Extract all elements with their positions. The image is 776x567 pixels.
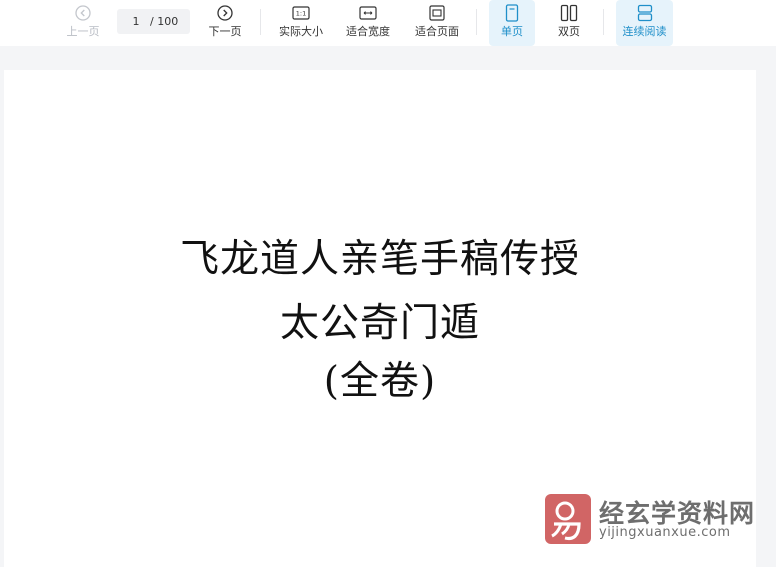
toolbar-divider <box>476 9 477 35</box>
actual-size-label: 实际大小 <box>279 25 323 38</box>
fit-page-button[interactable]: 适合页面 <box>412 0 462 46</box>
fit-width-label: 适合宽度 <box>346 25 390 38</box>
single-page-button[interactable]: 单页 <box>489 0 535 46</box>
prev-page-label: 上一页 <box>66 25 100 38</box>
fit-page-label: 适合页面 <box>415 25 459 38</box>
chevron-left-circle-icon <box>74 4 92 22</box>
continuous-icon <box>636 4 654 22</box>
continuous-reading-button[interactable]: 连续阅读 <box>616 0 673 46</box>
document-title-line-3: (全卷) <box>323 359 437 404</box>
continuous-label: 连续阅读 <box>622 25 667 38</box>
double-page-label: 双页 <box>558 25 580 38</box>
document-title-line-2: 太公奇门遁 <box>279 301 480 346</box>
actual-size-icon: 1:1 <box>292 4 310 22</box>
document-page: 飞龙道人亲笔手稿传授 太公奇门遁 (全卷) <box>4 70 756 567</box>
page-number-input[interactable] <box>125 15 147 28</box>
page-indicator: / 100 <box>117 9 190 34</box>
double-page-icon <box>560 4 578 22</box>
page-total: / 100 <box>150 15 179 28</box>
actual-size-icon-text: 1:1 <box>296 10 306 18</box>
viewer-toolbar: 上一页 / 100 下一页 1:1 实际大小 适合宽度 适合页面 单页 <box>0 0 776 46</box>
double-page-button[interactable]: 双页 <box>548 0 590 46</box>
next-page-button[interactable]: 下一页 <box>204 0 246 46</box>
document-title-line-1: 飞龙道人亲笔手稿传授 <box>179 237 580 282</box>
site-watermark: 经玄学资料网 yijingxuanxue.com <box>545 494 765 546</box>
single-page-icon <box>503 4 521 22</box>
site-logo-icon <box>545 494 591 544</box>
toolbar-divider <box>603 9 604 35</box>
fit-width-icon <box>359 4 377 22</box>
fit-page-icon <box>428 4 446 22</box>
single-page-label: 单页 <box>501 25 523 38</box>
toolbar-divider <box>260 9 261 35</box>
chevron-right-circle-icon <box>216 4 234 22</box>
next-page-label: 下一页 <box>208 25 242 38</box>
actual-size-button[interactable]: 1:1 实际大小 <box>276 0 326 46</box>
fit-width-button[interactable]: 适合宽度 <box>343 0 393 46</box>
prev-page-button[interactable]: 上一页 <box>62 0 104 46</box>
site-url: yijingxuanxue.com <box>599 525 731 540</box>
